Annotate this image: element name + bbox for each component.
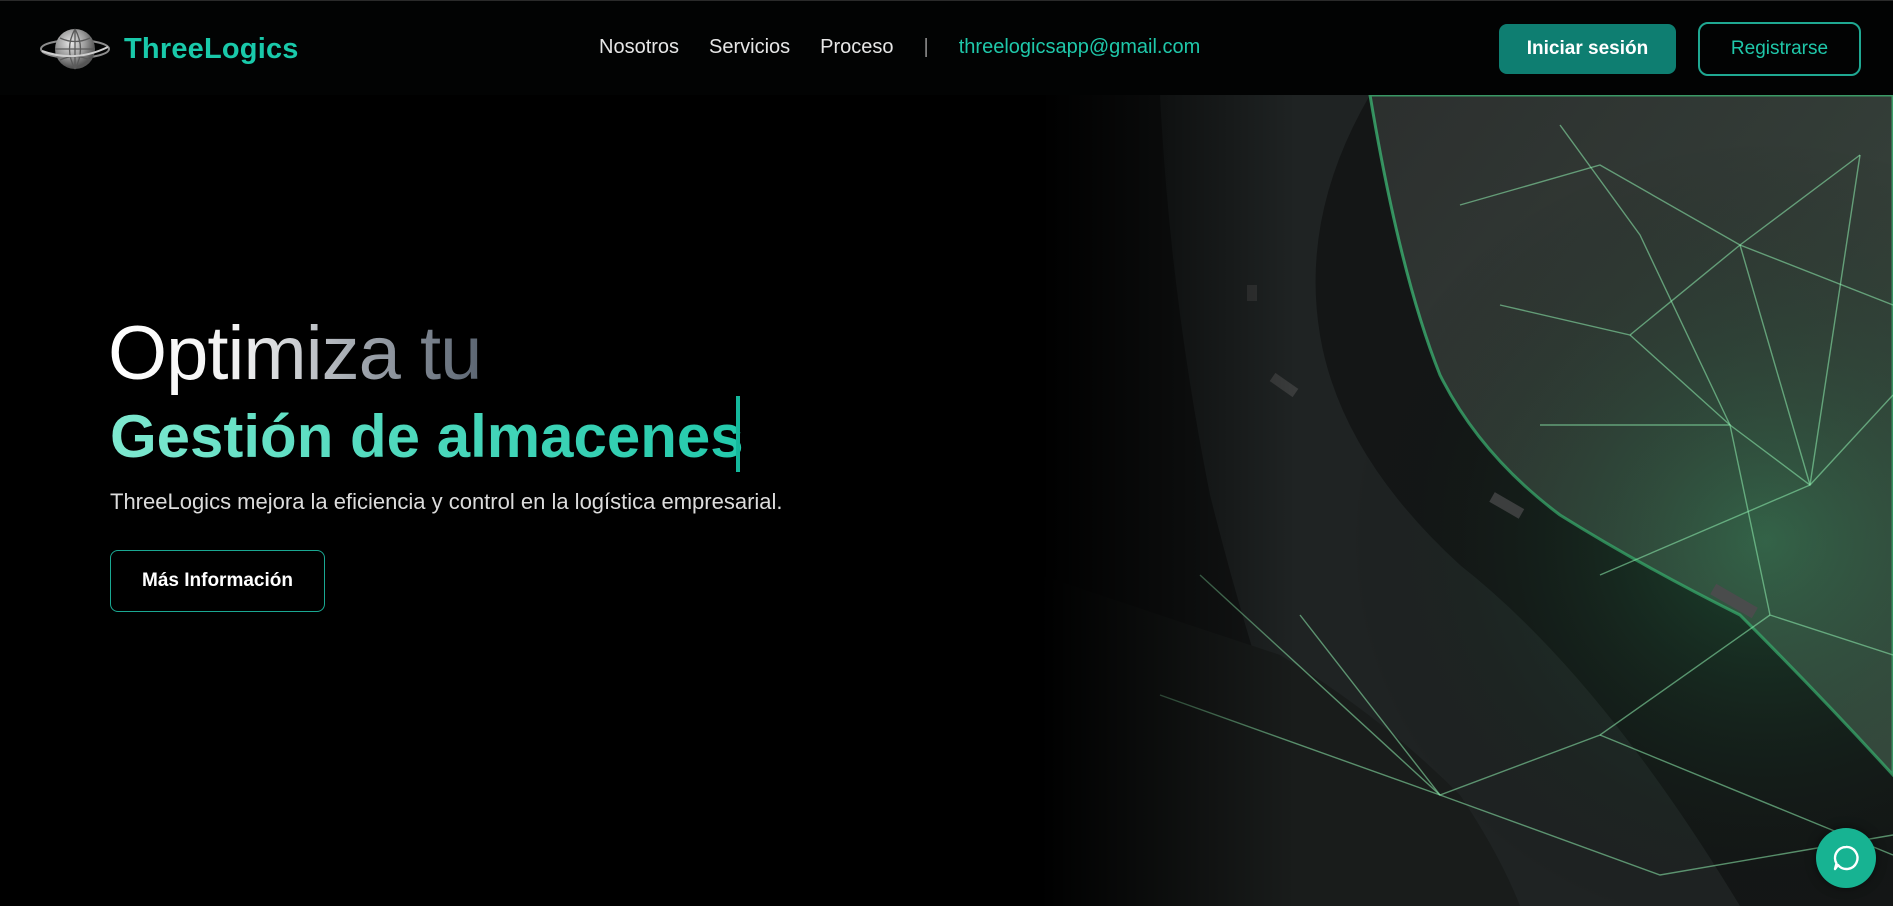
nav-separator: | <box>923 36 929 58</box>
hero-title-line-1: Optimiza tu <box>108 311 482 396</box>
more-info-button[interactable]: Más Información <box>110 550 325 612</box>
register-button[interactable]: Registrarse <box>1698 22 1861 76</box>
main-nav: Nosotros Servicios Proceso | threelogics… <box>599 36 1200 59</box>
hero-title-line-2: Gestión de almacenes <box>110 403 744 470</box>
nav-link-nosotros[interactable]: Nosotros <box>599 36 679 59</box>
hero-subtitle: ThreeLogics mejora la eficiencia y contr… <box>110 489 783 514</box>
hero-network-map-image <box>1040 95 1893 906</box>
brand[interactable]: ThreeLogics <box>40 23 299 75</box>
top-navbar: ThreeLogics Nosotros Servicios Proceso |… <box>0 0 1893 95</box>
nav-link-proceso[interactable]: Proceso <box>820 36 893 59</box>
nav-link-servicios[interactable]: Servicios <box>709 36 790 59</box>
chat-button[interactable] <box>1816 828 1876 888</box>
contact-email-link[interactable]: threelogicsapp@gmail.com <box>959 36 1201 59</box>
chat-bubble-icon <box>1833 845 1859 871</box>
globe-logo-icon <box>40 28 110 70</box>
typing-caret <box>736 396 740 472</box>
brand-name: ThreeLogics <box>124 32 299 65</box>
login-button[interactable]: Iniciar sesión <box>1499 24 1676 74</box>
